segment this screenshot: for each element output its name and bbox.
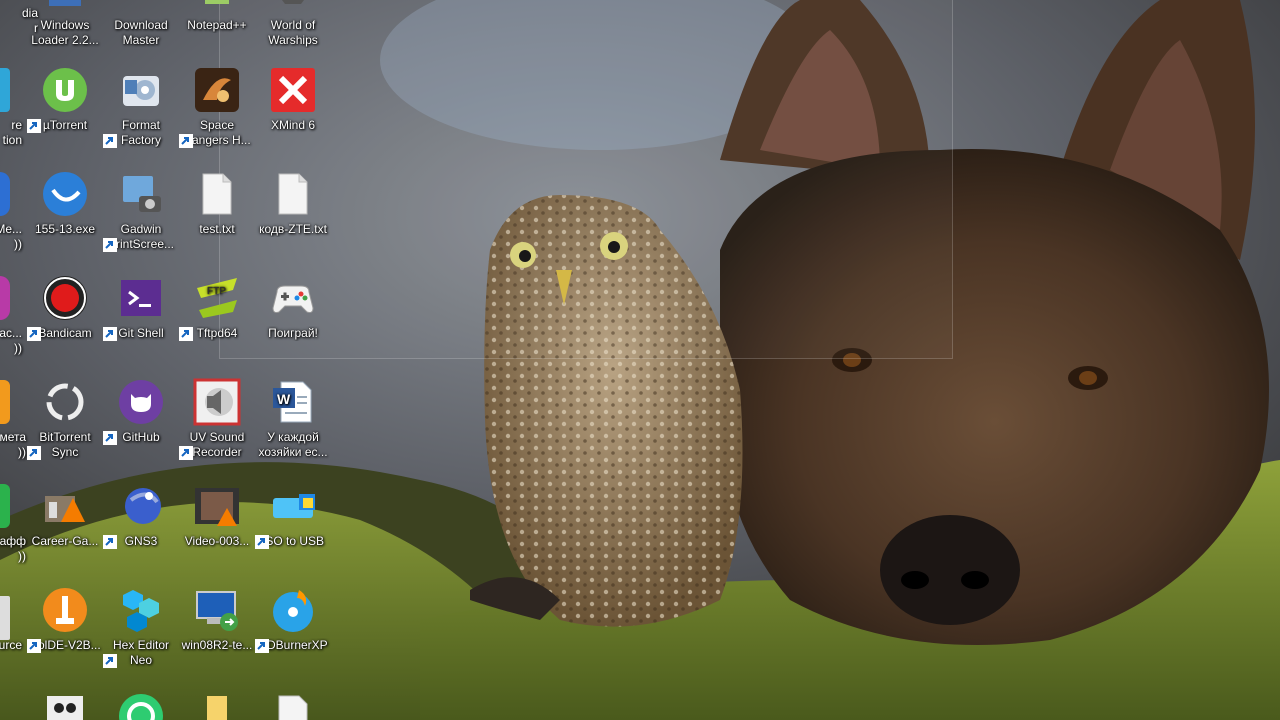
- icon-label: 155-13.exe: [34, 222, 96, 236]
- desktop-icon-video-003[interactable]: Video-003...: [179, 482, 255, 549]
- desktop-icon-win08r2[interactable]: win08R2-te...: [179, 586, 255, 653]
- desktop-icon-bandicam[interactable]: Bandicam: [27, 274, 103, 341]
- desktop-icon-partial-7[interactable]: urce: [0, 638, 22, 653]
- cdburnerxp-icon: [269, 586, 317, 634]
- icon-label: Career-Ga...: [31, 534, 99, 548]
- partial-icon-label: ас... )): [0, 326, 22, 355]
- desktop-icon-world-of-warships[interactable]: World of Warships: [255, 0, 331, 48]
- desktop-icon-u-kazhdoy-doc[interactable]: W У каждой хозяйки ес...: [255, 378, 331, 460]
- icon-label: Notepad++: [187, 18, 247, 32]
- icon-label: У каждой хозяйки ес...: [258, 430, 328, 459]
- text-file-icon: [269, 170, 317, 218]
- iso-to-usb-icon: [269, 482, 317, 530]
- bandicam-icon: [41, 274, 89, 322]
- gadwin-icon: [117, 170, 165, 218]
- desktop-icon-xmind[interactable]: XMind 6: [255, 66, 331, 133]
- desktop-icon-space-rangers[interactable]: Space Rangers H...: [179, 66, 255, 148]
- desktop-icon-155-13-exe[interactable]: 155-13.exe: [27, 170, 103, 237]
- desktop-icon-windows-loader[interactable]: Windows Loader 2.2...: [27, 0, 103, 48]
- desktop-icon-gns3[interactable]: GNS3: [103, 482, 179, 549]
- icon-label: Download Master: [114, 18, 168, 47]
- partial-icon-label: мета )): [0, 430, 26, 459]
- desktop-icon-career-game[interactable]: Career-Ga...: [27, 482, 103, 549]
- icon-label: Windows Loader 2.2...: [31, 18, 99, 47]
- icon-label: World of Warships: [268, 18, 318, 47]
- partial-app-icon[interactable]: [0, 276, 10, 320]
- desktop-icon-tftpd64[interactable]: FTP Tftpd64: [179, 274, 255, 341]
- gamepad-icon: [269, 274, 317, 322]
- desktop[interactable]: dia r re tion Me... )) ас... )) мета )) …: [0, 0, 1280, 720]
- world-of-warships-icon: [269, 0, 317, 14]
- icon-label: Video-003...: [184, 534, 250, 548]
- desktop-icon-notepad-plus[interactable]: Notepad++: [179, 0, 255, 33]
- desktop-icon-partial-4[interactable]: ас... )): [0, 326, 22, 356]
- app-icon: [117, 692, 165, 720]
- desktop-icon-gadwin[interactable]: Gadwin PrintScree...: [103, 170, 179, 252]
- icon-label: win08R2-te...: [181, 638, 253, 652]
- desktop-icon-utorrent[interactable]: µTorrent: [27, 66, 103, 133]
- desktop-icon-colde[interactable]: ColDE-V2B...: [27, 586, 103, 653]
- tftpd-icon: FTP: [193, 274, 241, 322]
- desktop-icon-git-shell[interactable]: Git Shell: [103, 274, 179, 341]
- partial-icon-label: urce: [0, 638, 22, 652]
- colde-icon: [41, 586, 89, 634]
- svg-text:FTP: FTP: [207, 286, 226, 297]
- download-master-icon: [117, 0, 165, 14]
- hex-editor-icon: [117, 586, 165, 634]
- desktop-icon-uv-sound[interactable]: UV Sound Recorder: [179, 378, 255, 460]
- folder-icon: [193, 692, 241, 720]
- gns3-icon: [117, 482, 165, 530]
- word-doc-icon: W: [269, 378, 317, 426]
- exe-icon: [41, 170, 89, 218]
- desktop-icon-partial-6[interactable]: кафф )): [0, 534, 26, 564]
- bittorrent-sync-icon: [41, 378, 89, 426]
- partial-app-icon[interactable]: [0, 596, 10, 640]
- format-factory-icon: [117, 66, 165, 114]
- partial-app-icon[interactable]: [0, 484, 10, 528]
- windows-loader-icon: [41, 0, 89, 14]
- partial-app-icon[interactable]: [0, 68, 10, 112]
- desktop-icon-cdburnerxp[interactable]: CDBurnerXP: [255, 586, 331, 653]
- desktop-icon-pograi[interactable]: Поиграй!: [255, 274, 331, 341]
- career-game-icon: [41, 482, 89, 530]
- notepad-plus-icon: [193, 0, 241, 14]
- rdp-icon: [193, 586, 241, 634]
- partial-app-icon[interactable]: [0, 172, 10, 216]
- desktop-icon-partial-bottom-4[interactable]: [255, 692, 331, 720]
- svg-text:W: W: [277, 391, 291, 407]
- app-icon: [41, 692, 89, 720]
- desktop-icon-github[interactable]: GitHub: [103, 378, 179, 445]
- desktop-icon-kodv-zte[interactable]: кодв-ZTE.txt: [255, 170, 331, 237]
- video-file-icon: [193, 482, 241, 530]
- git-shell-icon: [117, 274, 165, 322]
- partial-app-icon[interactable]: [0, 380, 10, 424]
- partial-icon-label: Me... )): [0, 222, 22, 251]
- desktop-icon-test-txt[interactable]: test.txt: [179, 170, 255, 237]
- text-file-icon: [193, 170, 241, 218]
- desktop-icon-iso-to-usb[interactable]: ISO to USB: [255, 482, 331, 549]
- desktop-icon-download-master[interactable]: Download Master: [103, 0, 179, 48]
- desktop-icon-bittorrent-sync[interactable]: BitTorrent Sync: [27, 378, 103, 460]
- partial-icon-label: re tion: [2, 118, 22, 147]
- desktop-icon-partial-bottom-2[interactable]: [103, 692, 179, 720]
- desktop-icon-partial-bottom-3[interactable]: [179, 692, 255, 720]
- desktop-icon-partial-2[interactable]: re tion: [0, 118, 22, 148]
- uv-sound-icon: [193, 378, 241, 426]
- icon-label: XMind 6: [270, 118, 316, 132]
- desktop-icon-format-factory[interactable]: Format Factory: [103, 66, 179, 148]
- text-file-icon: [269, 692, 317, 720]
- partial-icon-label: кафф )): [0, 534, 26, 563]
- icon-label: кодв-ZTE.txt: [259, 222, 327, 236]
- desktop-icon-partial-5[interactable]: мета )): [0, 430, 26, 460]
- desktop-icon-partial-3[interactable]: Me... )): [0, 222, 22, 252]
- space-rangers-icon: [193, 66, 241, 114]
- github-icon: [117, 378, 165, 426]
- xmind-icon: [269, 66, 317, 114]
- icon-label: test.txt: [199, 222, 235, 236]
- desktop-icon-hex-editor-neo[interactable]: Hex Editor Neo: [103, 586, 179, 668]
- icon-label: Поиграй!: [268, 326, 318, 340]
- desktop-icon-partial-bottom-1[interactable]: [27, 692, 103, 720]
- utorrent-icon: [41, 66, 89, 114]
